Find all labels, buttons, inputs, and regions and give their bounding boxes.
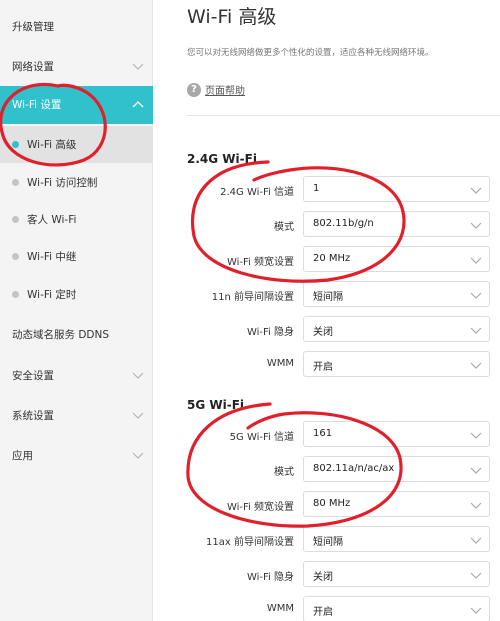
- label-24g-bandwidth: Wi-Fi 频宽设置: [226, 257, 294, 268]
- sidebar-item-label: 安全设置: [12, 369, 54, 382]
- chevron-down-icon: [132, 412, 144, 419]
- sidebar-subitem-wifi-repeater[interactable]: Wi-Fi 中继: [0, 238, 153, 275]
- chevron-down-icon: [470, 327, 482, 334]
- bullet-icon: [12, 253, 19, 260]
- label-24g-channel: 2.4G Wi-Fi 信道: [220, 187, 294, 198]
- label-24g-mode: 模式: [274, 222, 294, 233]
- sidebar-item-network[interactable]: 网络设置: [0, 46, 153, 86]
- chevron-down-icon: [470, 222, 482, 229]
- label-5g-bandwidth: Wi-Fi 频宽设置: [226, 502, 294, 513]
- page-description: 您可以对无线网络做更多个性化的设置，适应各种无线网络环境。: [187, 48, 434, 58]
- divider: [187, 115, 500, 116]
- select-5g-bandwidth[interactable]: 80 MHz: [303, 491, 490, 517]
- select-value: 20 MHz: [313, 253, 351, 264]
- sidebar-subitem-wifi-schedule[interactable]: Wi-Fi 定时: [0, 276, 153, 313]
- sidebar-subitem-label: Wi-Fi 高级: [27, 139, 77, 151]
- chevron-down-icon: [470, 607, 482, 614]
- sidebar-item-label: 网络设置: [12, 60, 54, 73]
- sidebar-subitem-wifi-access-control[interactable]: Wi-Fi 访问控制: [0, 164, 153, 201]
- select-24g-bandwidth[interactable]: 20 MHz: [303, 246, 490, 272]
- select-5g-mode[interactable]: 802.11a/n/ac/ax: [303, 456, 490, 482]
- label-24g-wmm: WMM: [266, 358, 294, 369]
- chevron-down-icon: [132, 372, 144, 379]
- sidebar-item-system[interactable]: 系统设置: [0, 395, 153, 435]
- chevron-down-icon: [470, 467, 482, 474]
- chevron-down-icon: [470, 572, 482, 579]
- chevron-down-icon: [470, 362, 482, 369]
- select-value: 关闭: [313, 327, 333, 338]
- chevron-down-icon: [470, 537, 482, 544]
- label-5g-mode: 模式: [274, 467, 294, 478]
- section-title-24g: 2.4G Wi-Fi: [187, 152, 257, 166]
- sidebar-item-label: 升级管理: [12, 20, 54, 33]
- select-value: 161: [313, 428, 333, 439]
- select-24g-mode[interactable]: 802.11b/g/n: [303, 211, 490, 237]
- select-5g-hidden[interactable]: 关闭: [303, 561, 490, 587]
- select-24g-wmm[interactable]: 开启: [303, 351, 490, 377]
- select-value: 802.11a/n/ac/ax: [313, 463, 395, 474]
- select-value: 短间隔: [313, 537, 343, 548]
- label-5g-channel: 5G Wi-Fi 信道: [229, 432, 294, 443]
- section-title-5g: 5G Wi-Fi: [187, 398, 245, 412]
- bullet-icon: [12, 291, 19, 298]
- sidebar-subitem-label: Wi-Fi 访问控制: [27, 177, 98, 189]
- label-24g-guard-interval: 11n 前导间隔设置: [211, 292, 294, 303]
- select-5g-wmm[interactable]: 开启: [303, 596, 490, 621]
- label-5g-guard-interval: 11ax 前导间隔设置: [206, 537, 294, 548]
- chevron-down-icon: [132, 63, 144, 70]
- select-value: 开启: [313, 607, 333, 618]
- label-24g-hidden: Wi-Fi 隐身: [246, 327, 294, 338]
- sidebar-subitem-guest-wifi[interactable]: 客人 Wi-Fi: [0, 201, 153, 238]
- select-value: 关闭: [313, 572, 333, 583]
- bullet-icon: [12, 179, 19, 186]
- select-value: 802.11b/g/n: [313, 218, 374, 229]
- sidebar-item-label: Wi-Fi 设置: [12, 99, 62, 111]
- sidebar-subitem-label: Wi-Fi 定时: [27, 289, 77, 301]
- page-title: Wi-Fi 高级: [187, 6, 277, 28]
- chevron-down-icon: [470, 257, 482, 264]
- sidebar-item-wifi-settings[interactable]: Wi-Fi 设置: [0, 86, 153, 124]
- select-24g-guard-interval[interactable]: 短间隔: [303, 281, 490, 307]
- sidebar-item-label: 应用: [12, 449, 33, 462]
- chevron-down-icon: [470, 502, 482, 509]
- sidebar-item-ddns[interactable]: 动态域名服务 DDNS: [0, 314, 153, 354]
- sidebar-item-security[interactable]: 安全设置: [0, 355, 153, 395]
- bullet-icon: [12, 141, 19, 148]
- select-24g-channel[interactable]: 1: [303, 176, 490, 202]
- chevron-down-icon: [470, 432, 482, 439]
- chevron-down-icon: [470, 292, 482, 299]
- chevron-down-icon: [132, 452, 144, 459]
- select-5g-guard-interval[interactable]: 短间隔: [303, 526, 490, 552]
- sidebar-item-upgrade[interactable]: 升级管理: [0, 6, 153, 46]
- sidebar-subitem-wifi-advanced[interactable]: Wi-Fi 高级: [0, 126, 153, 163]
- bullet-icon: [12, 216, 19, 223]
- sidebar: 升级管理 网络设置 Wi-Fi 设置 Wi-Fi 高级 Wi-Fi 访问控制 客…: [0, 0, 153, 621]
- sidebar-item-label: 动态域名服务 DDNS: [12, 328, 110, 341]
- select-value: 短间隔: [313, 292, 343, 303]
- select-24g-hidden[interactable]: 关闭: [303, 316, 490, 342]
- sidebar-item-apps[interactable]: 应用: [0, 435, 153, 475]
- label-5g-wmm: WMM: [266, 603, 294, 614]
- chevron-up-icon: [132, 101, 144, 108]
- page-help-link[interactable]: ? 页面帮助: [187, 82, 245, 97]
- select-value: 80 MHz: [313, 498, 351, 509]
- sidebar-subitem-label: 客人 Wi-Fi: [27, 214, 77, 226]
- sidebar-item-label: 系统设置: [12, 409, 54, 422]
- label-5g-hidden: Wi-Fi 隐身: [246, 572, 294, 583]
- main-content: Wi-Fi 高级 您可以对无线网络做更多个性化的设置，适应各种无线网络环境。 ?…: [153, 0, 500, 621]
- question-mark-icon: ?: [187, 82, 201, 97]
- select-value: 开启: [313, 362, 333, 373]
- sidebar-subitem-label: Wi-Fi 中继: [27, 251, 77, 263]
- page-help-label: 页面帮助: [205, 86, 245, 97]
- chevron-down-icon: [470, 187, 482, 194]
- select-5g-channel[interactable]: 161: [303, 421, 490, 447]
- select-value: 1: [313, 183, 320, 194]
